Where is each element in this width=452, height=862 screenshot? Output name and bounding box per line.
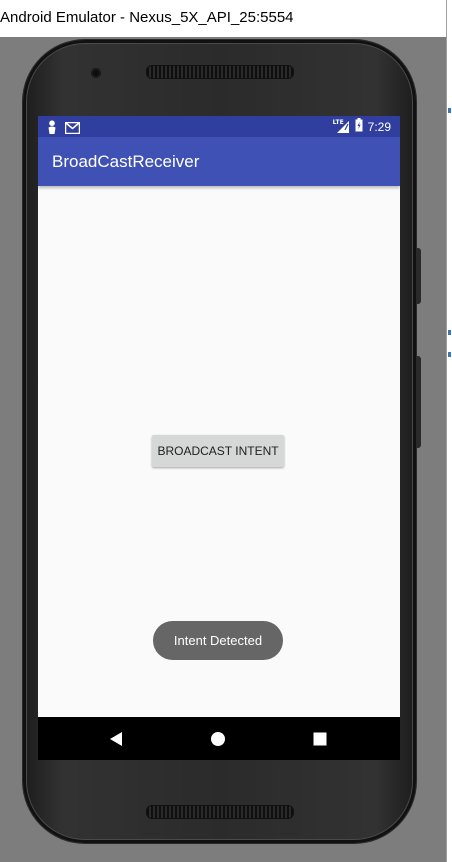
side-panel-indicator <box>448 352 451 357</box>
lte-signal-icon: LTE <box>332 118 350 134</box>
window-title: Android Emulator - Nexus_5X_API_25:5554 <box>0 9 294 26</box>
lte-label: LTE <box>332 118 344 126</box>
bottom-speaker-grille <box>146 805 294 819</box>
battery-icon <box>355 118 363 135</box>
emulator-side-panel <box>446 0 452 862</box>
side-panel-indicator <box>448 330 451 335</box>
front-camera <box>91 68 101 78</box>
emulator-window: Android Emulator - Nexus_5X_API_25:5554 <box>0 0 452 862</box>
back-button[interactable] <box>92 717 140 760</box>
gmail-icon <box>64 119 81 138</box>
device-screen: LTE 7:29 BroadCastReceiver BROADCAST INT… <box>38 116 400 760</box>
broadcast-intent-button[interactable]: BROADCAST INTENT <box>152 435 284 467</box>
recents-icon <box>313 732 327 745</box>
toast-message: Intent Detected <box>153 621 283 660</box>
main-content: BROADCAST INTENT Intent Detected <box>38 186 400 717</box>
side-panel-indicator <box>448 108 451 113</box>
navigation-bar <box>38 717 400 760</box>
home-button[interactable] <box>194 717 242 760</box>
top-speaker-grille <box>146 65 294 79</box>
home-icon <box>211 731 225 746</box>
status-bar: LTE 7:29 <box>38 116 400 137</box>
back-icon <box>110 731 122 746</box>
recents-button[interactable] <box>296 717 344 760</box>
notification-person-icon <box>47 119 57 138</box>
window-titlebar[interactable]: Android Emulator - Nexus_5X_API_25:5554 <box>0 0 447 37</box>
app-bar: BroadCastReceiver <box>38 137 400 186</box>
app-title: BroadCastReceiver <box>52 152 200 171</box>
status-time: 7:29 <box>367 119 391 134</box>
